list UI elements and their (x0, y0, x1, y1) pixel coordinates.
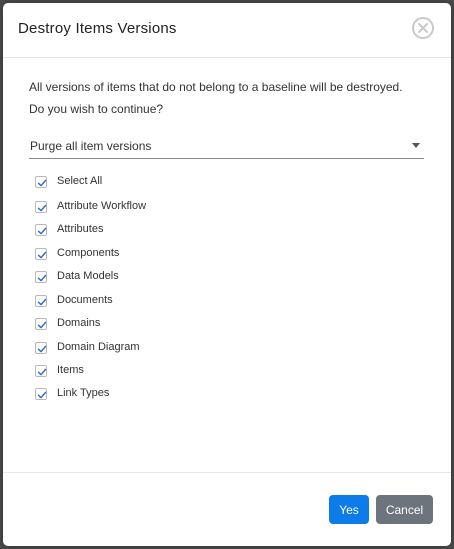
checkbox-checked-icon[interactable] (35, 176, 47, 188)
cancel-button[interactable]: Cancel (376, 495, 433, 524)
checkbox-checked-icon[interactable] (35, 248, 47, 260)
checkbox-checked-icon[interactable] (35, 342, 47, 354)
checkbox-label: Data Models (57, 270, 119, 282)
checkbox-checked-icon[interactable] (35, 318, 47, 330)
close-icon (418, 23, 428, 33)
dialog-footer: Yes Cancel (3, 472, 451, 546)
confirm-question: Do you wish to continue? (29, 102, 164, 116)
purge-mode-select[interactable]: Purge all item versions (29, 133, 424, 159)
checkbox-label: Documents (57, 294, 113, 306)
checkbox-checked-icon[interactable] (35, 224, 47, 236)
checkbox-label: Components (57, 247, 120, 259)
checkbox-checked-icon[interactable] (35, 388, 47, 400)
checkbox-checked-icon[interactable] (35, 365, 47, 377)
destroy-items-versions-dialog: Destroy Items Versions All versions of i… (3, 3, 451, 546)
checkbox-label: Attribute Workflow (57, 200, 147, 212)
close-button[interactable] (412, 17, 434, 39)
checkbox-label: Domains (57, 317, 101, 329)
checkbox-label: Domain Diagram (57, 341, 140, 353)
chevron-down-icon (412, 143, 420, 148)
checkbox-label: Attributes (57, 223, 104, 235)
checkbox-label: Link Types (57, 387, 110, 399)
warning-message: All versions of items that do not belong… (29, 80, 403, 94)
yes-button[interactable]: Yes (329, 495, 369, 524)
checkbox-checked-icon[interactable] (35, 201, 47, 213)
checkbox-label: Items (57, 364, 84, 376)
purge-mode-selected-value: Purge all item versions (30, 139, 152, 153)
dialog-title: Destroy Items Versions (18, 20, 177, 37)
select-all-label: Select All (57, 175, 103, 187)
checkbox-checked-icon[interactable] (35, 295, 47, 307)
dialog-header: Destroy Items Versions (3, 3, 451, 58)
checkbox-checked-icon[interactable] (35, 271, 47, 283)
